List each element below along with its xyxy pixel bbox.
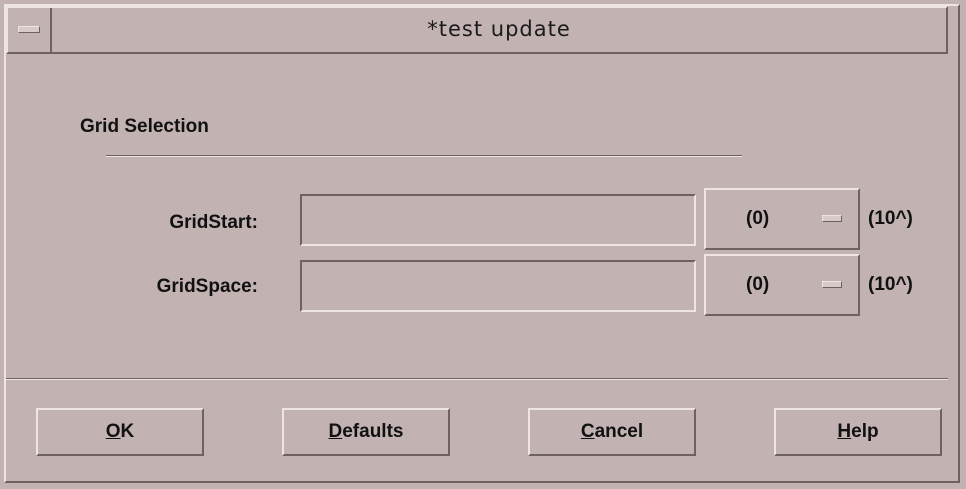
button-area-separator [6, 378, 948, 380]
cancel-button-mnemonic: C [580, 421, 595, 442]
ok-button-label: K [120, 421, 135, 442]
help-button[interactable]: Help [774, 408, 942, 456]
grid-space-unit: (10^) [868, 274, 913, 295]
grid-start-unit: (10^) [868, 208, 913, 229]
grid-start-field[interactable] [300, 194, 696, 246]
ok-button[interactable]: OK [36, 408, 204, 456]
grid-start-label: GridStart: [169, 212, 258, 233]
grid-start-exponent-menu[interactable]: (0) [704, 188, 860, 250]
grid-space-input[interactable] [302, 262, 694, 310]
help-button-label: elp [851, 421, 879, 442]
grid-start-input[interactable] [302, 196, 694, 244]
cancel-button-label: ancel [594, 421, 644, 442]
grid-space-exponent-value: (0) [746, 274, 770, 295]
ok-button-mnemonic: O [105, 421, 121, 442]
option-menu-indicator-icon [822, 281, 842, 288]
grid-space-field[interactable] [300, 260, 696, 312]
defaults-button-label: efaults [342, 421, 404, 442]
title-bar[interactable]: *test update [6, 6, 948, 54]
grid-start-exponent-value: (0) [746, 208, 770, 229]
cancel-button[interactable]: Cancel [528, 408, 696, 456]
section-separator [106, 155, 742, 157]
window-menu-button[interactable] [8, 8, 52, 52]
grid-space-exponent-menu[interactable]: (0) [704, 254, 860, 316]
window-title: *test update [427, 17, 571, 41]
option-menu-indicator-icon [822, 215, 842, 222]
defaults-button[interactable]: Defaults [282, 408, 450, 456]
window-menu-icon [18, 26, 40, 33]
defaults-button-mnemonic: D [328, 421, 343, 442]
grid-space-label: GridSpace: [156, 276, 258, 297]
section-title: Grid Selection [80, 116, 209, 137]
help-button-mnemonic: H [837, 421, 852, 442]
